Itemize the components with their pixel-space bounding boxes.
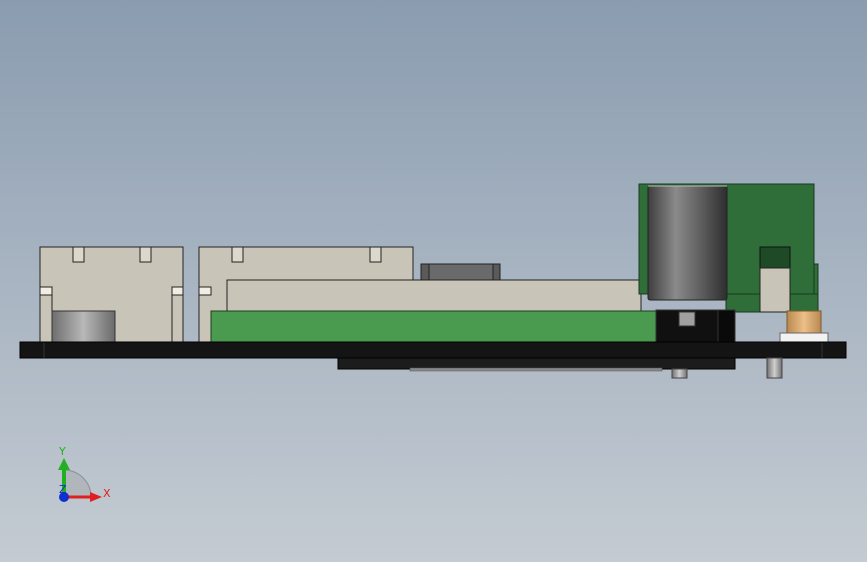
module-housing[interactable] [226, 279, 642, 313]
vertical-board-chip [759, 246, 791, 272]
left-connector-latch [171, 286, 184, 296]
bottom-component-edge [409, 367, 663, 372]
middle-connector-notch [231, 246, 244, 263]
ic-top [428, 263, 494, 281]
vertical-board-connector [759, 267, 791, 313]
bottom-pin [766, 357, 783, 379]
green-daughter-board[interactable] [210, 310, 658, 344]
model-view[interactable]: Y X Z [0, 0, 867, 562]
main-pcb[interactable] [19, 341, 847, 359]
bottom-pin [671, 368, 688, 379]
z-axis-label: Z [59, 483, 67, 496]
cad-viewport[interactable]: Y X Z [0, 0, 867, 562]
y-axis-label: Y [58, 445, 66, 458]
left-connector[interactable] [39, 246, 184, 344]
capacitor[interactable] [647, 185, 736, 344]
left-connector-notch [72, 246, 85, 263]
x-axis-label: X [103, 487, 111, 500]
x-axis-arrowhead [90, 492, 102, 502]
y-axis-arrowhead [58, 458, 70, 470]
capacitor-can [647, 185, 728, 301]
capacitor-lead [678, 311, 696, 327]
brass-standoff[interactable] [786, 310, 822, 334]
jack-barrel [51, 310, 116, 344]
triad-quadrant [63, 469, 92, 498]
standoff-washer [779, 332, 829, 343]
ic-package[interactable] [420, 263, 501, 281]
bottom-component[interactable] [337, 357, 736, 370]
left-connector-latch [39, 286, 53, 296]
middle-connector-notch [369, 246, 382, 263]
capacitor-clip [717, 309, 736, 344]
coordinate-triad: Y X Z [58, 445, 111, 502]
left-connector-notch [139, 246, 152, 263]
middle-connector-latch [198, 286, 212, 296]
